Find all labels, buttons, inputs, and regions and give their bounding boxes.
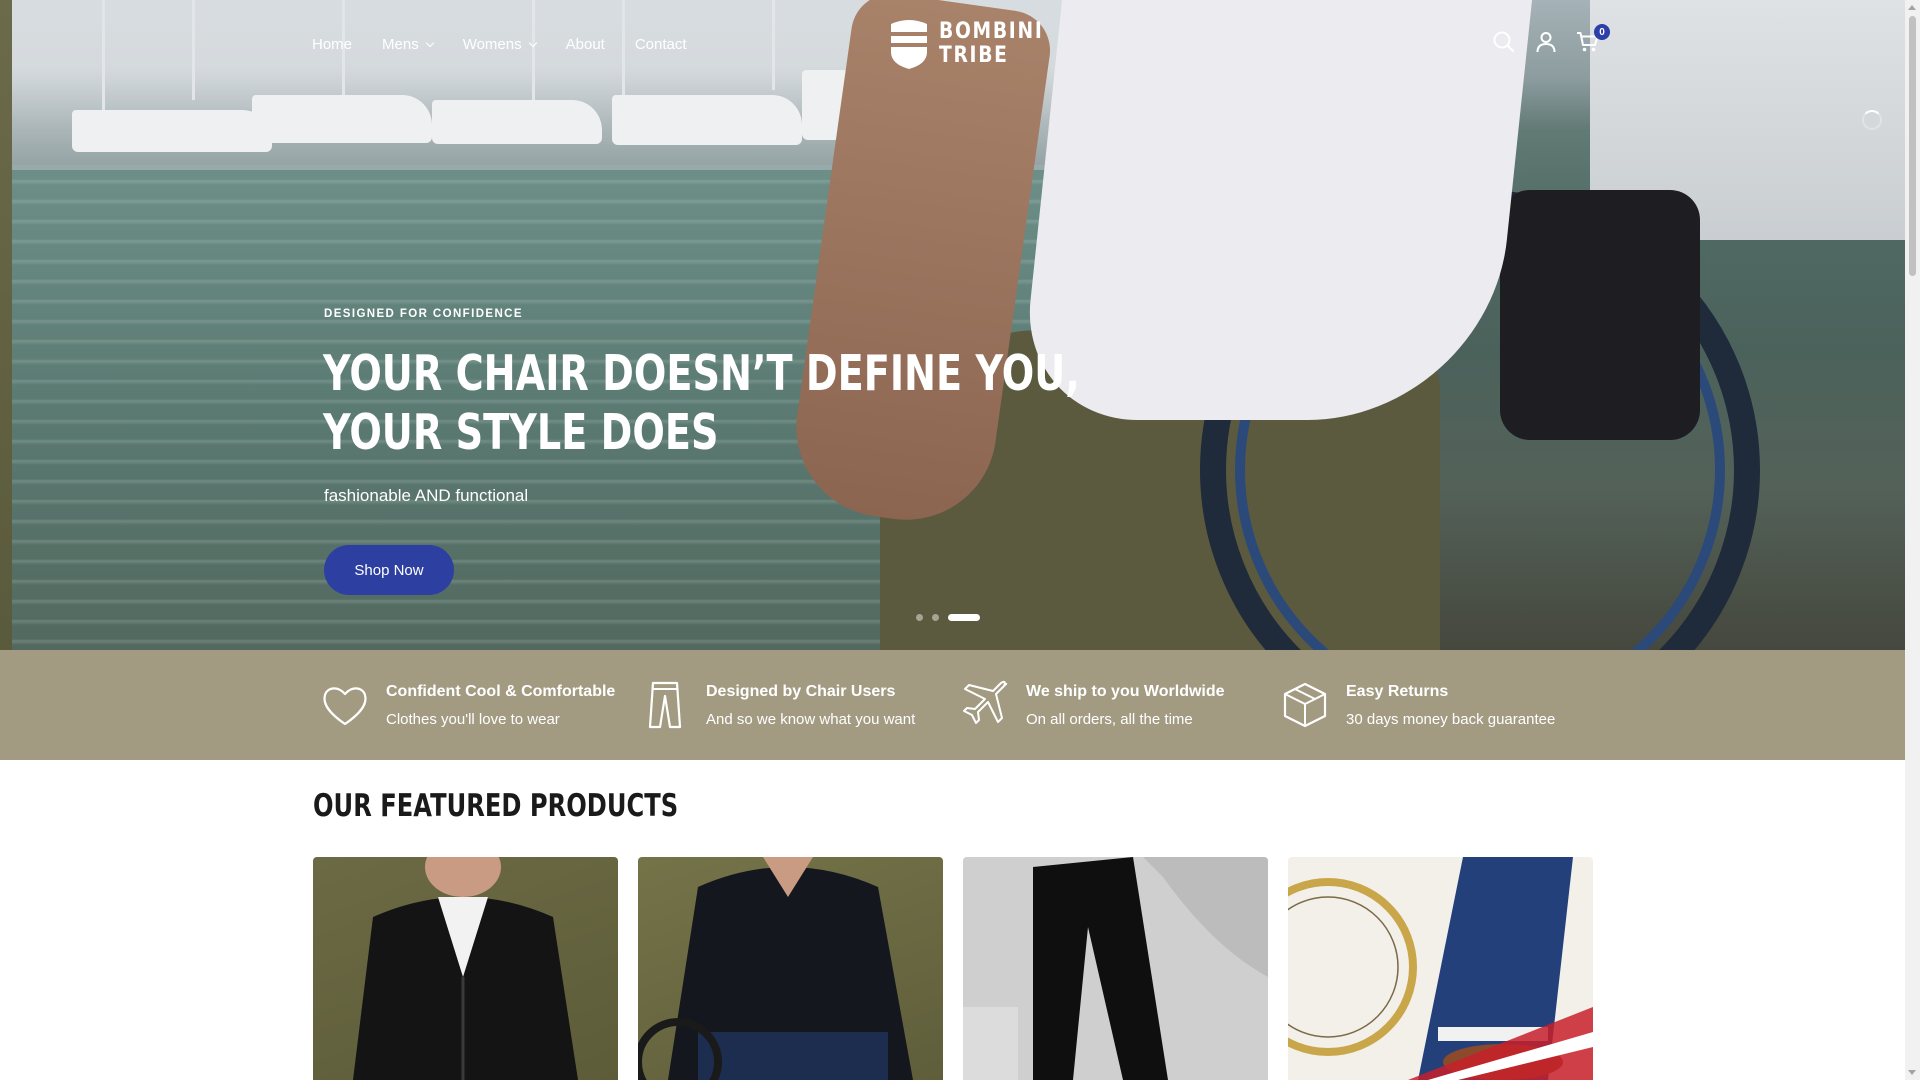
feature-title: Confident Cool & Comfortable [386,682,616,700]
nav-womens-label: Womens [462,36,522,53]
slider-dot-3[interactable] [948,614,980,621]
logo-wordmark: BOMBINI TRIBE [939,20,1043,68]
box-icon [1283,682,1327,728]
hero-banner: DESIGNED FOR CONFIDENCE YOUR CHAIR DOESN… [0,0,1905,650]
chevron-down-icon [425,38,434,48]
nav-home[interactable]: Home [312,36,352,53]
hero-left-edge [0,0,12,650]
main-nav: Home Mens Womens About Contact [312,36,717,53]
scroll-thumb[interactable] [1909,16,1916,276]
search-icon[interactable] [1492,30,1516,54]
feature-item: We ship to you Worldwide On all orders, … [960,650,1225,760]
hero-eyebrow: DESIGNED FOR CONFIDENCE [324,308,523,320]
hero-chair-back [1500,190,1700,440]
featured-products-title: OUR FEATURED PRODUCTS [313,788,679,824]
cart-count-badge: 0 [1594,24,1610,40]
trousers-icon [648,681,682,729]
account-icon[interactable] [1534,30,1558,54]
features-bar: Confident Cool & Comfortable Clothes you… [0,650,1905,760]
product-card-1[interactable] [313,857,618,1080]
loading-spinner-icon [1862,110,1882,130]
feature-subtitle: 30 days money back guarantee [1346,710,1556,728]
site-logo[interactable]: BOMBINI TRIBE [887,18,1062,70]
feature-title: Easy Returns [1346,682,1449,700]
cart-icon[interactable]: 0 [1576,24,1610,54]
feature-subtitle: Clothes you'll love to wear [386,710,560,728]
hero-subline: fashionable AND functional [324,486,529,505]
nav-about-label: About [565,36,605,53]
nav-mens-label: Mens [382,36,419,53]
slider-pagination [916,614,980,621]
feature-title: Designed by Chair Users [706,682,896,700]
nav-contact[interactable]: Contact [635,36,687,53]
hero-headline: YOUR CHAIR DOESN’T DEFINE YOU, YOUR STYL… [323,344,1080,462]
shield-logo-icon [891,20,927,69]
header-icons: 0 [1492,24,1610,54]
nav-mens[interactable]: Mens [382,36,434,53]
product-grid [313,857,1593,1080]
feature-text: Designed by Chair Users And so we know w… [706,683,915,728]
product-image-dark-polo [638,857,913,1080]
hero-headline-line1: YOUR CHAIR DOESN’T DEFINE YOU, [323,345,1080,402]
product-card-4[interactable] [1288,857,1593,1080]
feature-text: We ship to you Worldwide On all orders, … [1026,683,1225,728]
product-image-leather-jacket [353,857,578,1080]
site-header: Home Mens Womens About Contact BOMBINI T… [0,0,1905,90]
scroll-up-arrow-icon[interactable] [1908,5,1916,10]
product-card-3[interactable] [963,857,1268,1080]
feature-item: Confident Cool & Comfortable Clothes you… [320,650,615,760]
feature-text: Easy Returns 30 days money back guarante… [1346,683,1555,728]
product-card-2[interactable] [638,857,943,1080]
chevron-down-icon [528,38,537,48]
feature-text: Confident Cool & Comfortable Clothes you… [386,683,615,728]
logo-line2: TRIBE [939,43,1009,68]
logo-line1: BOMBINI [939,19,1044,44]
slider-dot-1[interactable] [916,614,923,621]
nav-about[interactable]: About [566,36,605,53]
page-scrollbar[interactable] [1905,0,1920,1080]
feature-item: Easy Returns 30 days money back guarante… [1280,650,1555,760]
slider-dot-2[interactable] [932,614,939,621]
nav-home-label: Home [312,36,353,53]
product-image-black-trousers [963,857,1268,1080]
page: DESIGNED FOR CONFIDENCE YOUR CHAIR DOESN… [0,0,1905,1080]
nav-contact-label: Contact [634,36,687,53]
heart-icon [323,687,367,726]
feature-subtitle: And so we know what you want [706,710,916,728]
shop-now-button[interactable]: Shop Now [324,545,454,595]
scroll-down-arrow-icon[interactable] [1908,1070,1916,1075]
feature-subtitle: On all orders, all the time [1026,710,1193,728]
feature-title: We ship to you Worldwide [1026,682,1225,700]
hero-headline-line2: YOUR STYLE DOES [323,404,719,461]
nav-womens[interactable]: Womens [462,36,537,53]
airplane-icon [963,680,1008,724]
feature-item: Designed by Chair Users And so we know w… [640,650,915,760]
product-image-jeans [1288,857,1593,1080]
